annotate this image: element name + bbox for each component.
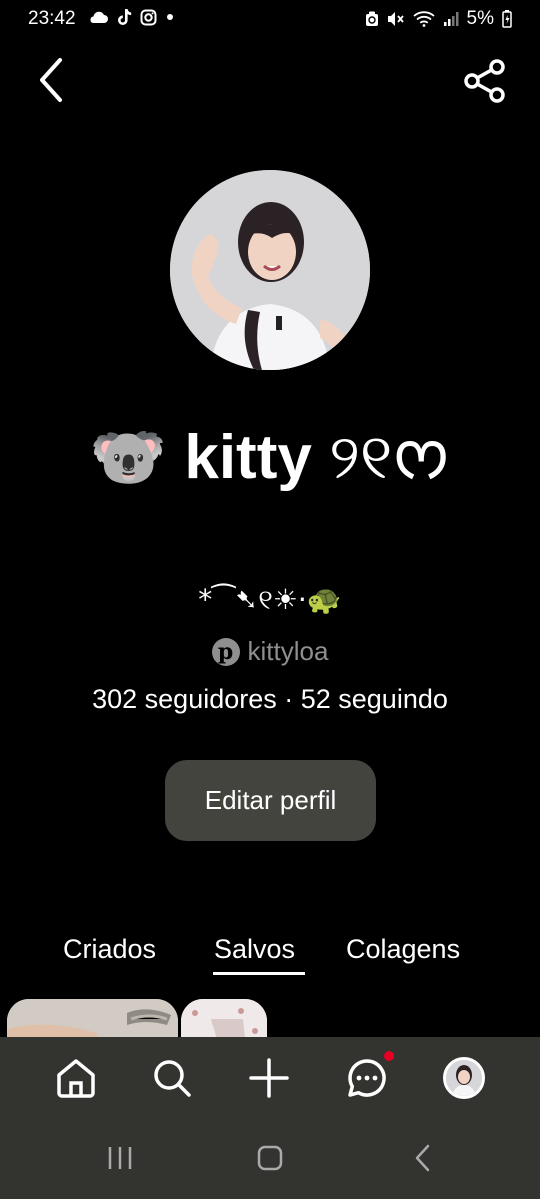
status-bar: 23:42 5% [0,0,540,40]
plus-icon [249,1058,289,1098]
tiktok-icon [118,9,132,25]
tab-colagens[interactable]: Colagens [346,934,460,965]
cloud-icon [90,11,108,23]
profile-name: 🐨 kitty ୨୧ᰔ [0,412,540,506]
bottom-nav [0,1037,540,1119]
status-right-icons: 5% [365,8,512,30]
edit-profile-button[interactable]: Editar perfil [165,760,376,841]
back-button[interactable] [34,56,74,104]
home-icon [57,1059,95,1098]
share-icon [464,59,505,103]
tab-salvos[interactable]: Salvos [214,934,295,965]
nav-create[interactable] [246,1055,292,1101]
signal-icon [443,12,459,26]
nav-messages[interactable] [344,1055,390,1101]
pinterest-icon: p [211,637,240,666]
system-home-button[interactable] [250,1141,290,1177]
koala-emoji: 🐨 [89,420,168,493]
recents-icon [108,1147,132,1169]
profile-avatar[interactable] [170,170,370,370]
nav-search[interactable] [149,1055,195,1101]
mute-icon [387,12,404,26]
profile-avatar-icon [446,1060,482,1096]
chevron-left-icon [40,58,62,102]
search-icon [154,1060,191,1097]
system-nav [0,1119,540,1199]
profile-name-text: kitty [184,423,312,492]
active-tab-indicator [213,972,305,975]
chevron-left-icon [415,1144,430,1172]
battery-text: 5% [466,8,494,29]
messages-icon [348,1059,386,1097]
nav-home[interactable] [53,1055,99,1101]
nav-profile[interactable] [443,1057,485,1099]
recycle-icon [365,11,378,26]
battery-icon [502,10,512,28]
status-time: 23:42 [28,8,76,29]
wifi-icon [412,11,435,27]
dot-icon [167,14,173,20]
follow-stats[interactable]: 302 seguidores · 52 seguindo [0,684,540,715]
profile-name-suffix: ୨୧ᰔ [329,420,451,493]
avatar-photo [170,170,370,370]
square-icon [257,1145,283,1171]
share-button[interactable] [462,58,508,104]
username-row: p kittyloa [0,636,540,667]
status-left-icons [88,8,175,26]
profile-bio: *⁀➷୧☀︎·🐢 [198,583,342,616]
username: kittyloa [247,636,329,666]
tab-criados[interactable]: Criados [63,934,156,965]
recents-button[interactable] [100,1141,140,1177]
notification-dot [384,1051,394,1061]
instagram-icon [140,9,157,25]
system-back-button[interactable] [404,1141,444,1177]
